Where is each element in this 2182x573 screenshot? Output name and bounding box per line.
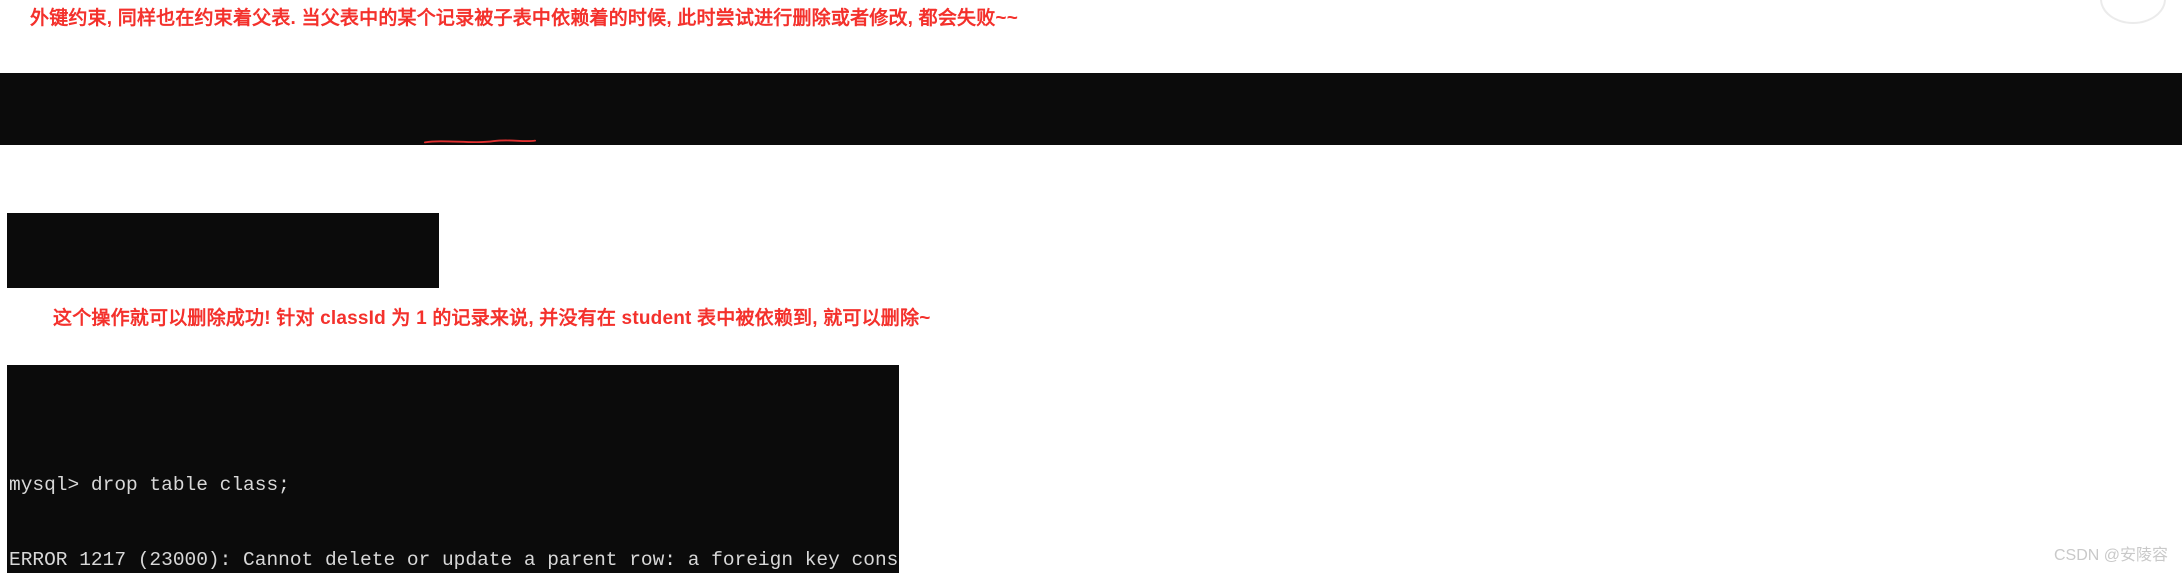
csdn-watermark: CSDN @安陵容: [2053, 547, 2168, 564]
decorative-arc-artifact: [2100, 0, 2166, 24]
annotation-note-delete-success: 这个操作就可以删除成功! 针对 classId 为 1 的记录来说, 并没有在 …: [53, 308, 931, 329]
terminal-line-error: ERROR 1217 (23000): Cannot delete or upd…: [9, 549, 899, 571]
terminal-block-drop-table-class: mysql> drop table class; ERROR 1217 (230…: [7, 365, 899, 573]
terminal-line-command: mysql> drop table class;: [9, 474, 290, 496]
terminal-block-delete-class-1: REFERENCES `class` (`classId`)) mysql> d…: [7, 213, 439, 288]
annotation-note-foreign-key-parent: 外键约束, 同样也在约束着父表. 当父表中的某个记录被子表中依赖着的时候, 此时…: [30, 8, 1019, 29]
terminal-block-delete-class-2: mysql> delete from class where classId =…: [0, 73, 2182, 145]
